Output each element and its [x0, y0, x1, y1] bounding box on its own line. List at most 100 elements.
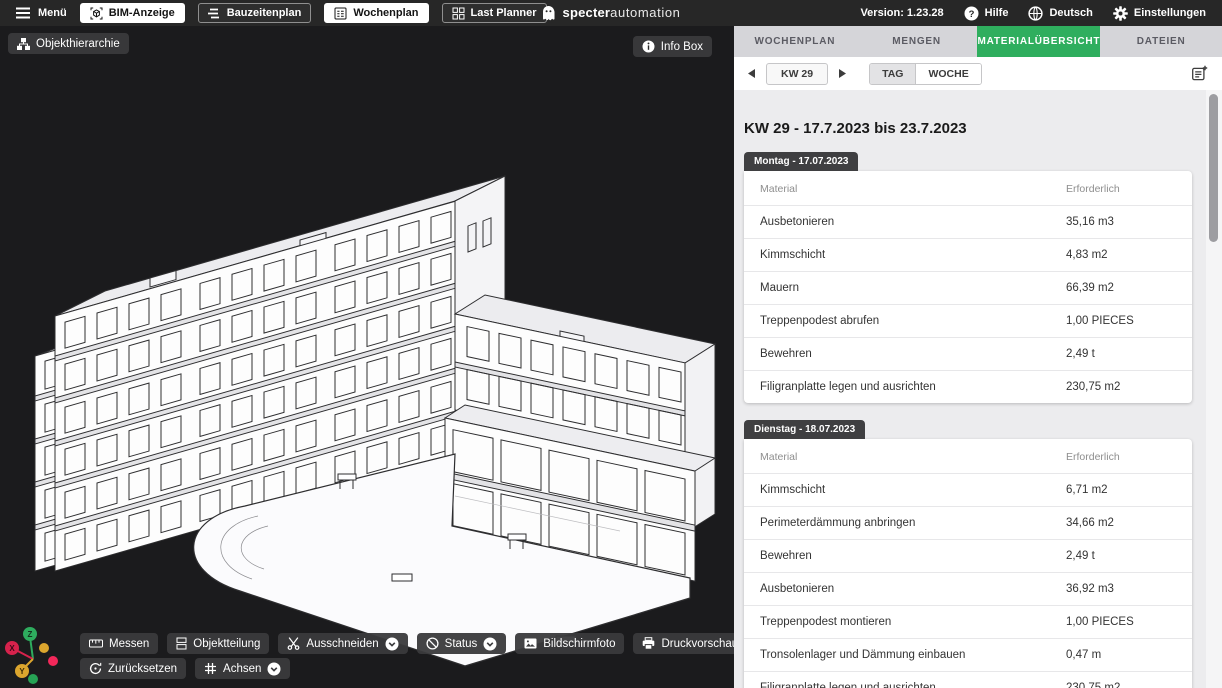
- table-row: Filigranplatte legen und ausrichten230,7…: [744, 671, 1192, 688]
- material-overview-content[interactable]: KW 29 - 17.7.2023 bis 23.7.2023 Montag -…: [734, 90, 1222, 688]
- column-required: Erforderlich: [1066, 183, 1176, 195]
- language-button[interactable]: Deutsch: [1028, 6, 1092, 21]
- panel-tabs: WOCHENPLAN MENGEN MATERIALÜBERSICHT DATE…: [734, 26, 1222, 57]
- brand-name-bold: specter: [563, 5, 611, 20]
- week-toolbar: KW 29 TAG WOCHE: [734, 57, 1222, 90]
- column-required: Erforderlich: [1066, 451, 1176, 463]
- day-week-toggle: TAG WOCHE: [869, 63, 982, 85]
- hierarchy-icon: [17, 38, 30, 50]
- table-row: Bewehren2,49 t: [744, 539, 1192, 572]
- object-hierarchy-button[interactable]: Objekthierarchie: [8, 33, 129, 54]
- gear-icon: [1113, 6, 1128, 21]
- status-button[interactable]: Status: [417, 633, 507, 654]
- grid-squares-icon: [452, 7, 465, 20]
- side-panel: WOCHENPLAN MENGEN MATERIALÜBERSICHT DATE…: [734, 26, 1222, 688]
- material-table: Material Erforderlich Ausbetonieren35,16…: [744, 171, 1192, 403]
- settings-button[interactable]: Einstellungen: [1113, 6, 1206, 21]
- table-row: Mauern66,39 m2: [744, 271, 1192, 304]
- table-row: Ausbetonieren36,92 m3: [744, 572, 1192, 605]
- ruler-icon: [89, 639, 103, 648]
- table-row: Treppenpodest montieren1,00 PIECES: [744, 605, 1192, 638]
- table-header: Material Erforderlich: [744, 171, 1192, 205]
- table-row: Ausbetonieren35,16 m3: [744, 205, 1192, 238]
- image-icon: [524, 638, 537, 649]
- table-row: Kimmschicht4,83 m2: [744, 238, 1192, 271]
- brand-name-light: automation: [610, 5, 680, 20]
- svg-text:Z: Z: [28, 630, 33, 639]
- measure-button[interactable]: Messen: [80, 633, 158, 654]
- table-row: Filigranplatte legen und ausrichten230,7…: [744, 370, 1192, 403]
- tab-materialuebersicht[interactable]: MATERIALÜBERSICHT: [977, 26, 1100, 57]
- triangle-left-icon: [748, 69, 755, 78]
- bim-cube-icon: [90, 7, 103, 20]
- svg-text:?: ?: [968, 9, 974, 20]
- object-split-button[interactable]: Objektteilung: [167, 633, 269, 654]
- version-label: Version: 1.23.28: [860, 7, 943, 19]
- view-button-last-planner[interactable]: Last Planner: [442, 3, 547, 23]
- table-row: Treppenpodest abrufen1,00 PIECES: [744, 304, 1192, 337]
- screenshot-button[interactable]: Bildschirmfoto: [515, 633, 624, 654]
- add-note-button[interactable]: [1191, 65, 1208, 82]
- cut-button[interactable]: Ausschneiden: [278, 633, 407, 654]
- info-box-button[interactable]: Info Box: [633, 36, 712, 57]
- note-add-icon: [1191, 65, 1208, 82]
- table-row: Bewehren2,49 t: [744, 337, 1192, 370]
- scrollbar-thumb[interactable]: [1209, 94, 1218, 242]
- print-preview-button[interactable]: Druckvorschau: [633, 633, 734, 654]
- stacked-boxes-icon: [176, 637, 187, 650]
- view-button-wochenplan[interactable]: Wochenplan: [324, 3, 428, 23]
- menu-label: Menü: [38, 7, 67, 19]
- scrollbar-track[interactable]: [1206, 90, 1222, 688]
- tab-mengen[interactable]: MENGEN: [856, 26, 978, 57]
- day-section-monday: Montag - 17.07.2023 Material Erforderlic…: [744, 151, 1192, 403]
- tab-wochenplan[interactable]: WOCHENPLAN: [734, 26, 856, 57]
- chevron-down-icon[interactable]: [267, 662, 281, 676]
- app-window: Menü BIM-Anzeige Bauzeitenplan: [0, 0, 1222, 688]
- globe-icon: [1028, 6, 1043, 21]
- axis-gizmo[interactable]: Z X Y: [2, 618, 64, 684]
- svg-text:Y: Y: [19, 667, 25, 676]
- svg-text:X: X: [9, 644, 15, 653]
- view-button-bauzeitenplan[interactable]: Bauzeitenplan: [198, 3, 312, 23]
- previous-week-button[interactable]: [744, 67, 759, 80]
- day-section-tuesday: Dienstag - 18.07.2023 Material Erforderl…: [744, 419, 1192, 688]
- reset-view-button[interactable]: Zurücksetzen: [80, 658, 186, 679]
- view-button-bim-anzeige[interactable]: BIM-Anzeige: [80, 3, 185, 23]
- next-week-button[interactable]: [835, 67, 850, 80]
- reset-icon: [89, 662, 102, 675]
- triangle-right-icon: [839, 69, 846, 78]
- table-row: Tronsolenlager und Dämmung einbauen0,47 …: [744, 638, 1192, 671]
- info-icon: [642, 40, 655, 53]
- toggle-woche[interactable]: WOCHE: [915, 64, 980, 84]
- day-badge: Montag - 17.07.2023: [744, 152, 858, 171]
- table-row: Perimeterdämmung anbringen34,66 m2: [744, 506, 1192, 539]
- week-heading: KW 29 - 17.7.2023 bis 23.7.2023: [744, 120, 1192, 137]
- top-bar: Menü BIM-Anzeige Bauzeitenplan: [0, 0, 1222, 26]
- material-table: Material Erforderlich Kimmschicht6,71 m2…: [744, 439, 1192, 688]
- grid-hash-icon: [204, 662, 217, 675]
- menu-button[interactable]: Menü: [16, 7, 67, 19]
- help-icon: ?: [964, 6, 979, 21]
- toggle-tag[interactable]: TAG: [870, 64, 915, 84]
- help-button[interactable]: ? Hilfe: [964, 6, 1009, 21]
- building-model: [0, 26, 734, 688]
- chevron-down-icon[interactable]: [483, 637, 497, 651]
- chevron-down-icon[interactable]: [385, 637, 399, 651]
- column-material: Material: [760, 451, 1066, 463]
- list-box-icon: [334, 7, 347, 20]
- table-header: Material Erforderlich: [744, 439, 1192, 473]
- tab-dateien[interactable]: DATEIEN: [1100, 26, 1222, 57]
- table-row: Kimmschicht6,71 m2: [744, 473, 1192, 506]
- ghost-icon: [542, 5, 556, 22]
- brand-logo: specterautomation: [542, 4, 681, 22]
- printer-icon: [642, 637, 655, 650]
- hamburger-icon: [16, 7, 30, 19]
- column-material: Material: [760, 183, 1066, 195]
- week-selector[interactable]: KW 29: [766, 63, 828, 85]
- gantt-icon: [208, 8, 221, 19]
- axes-button[interactable]: Achsen: [195, 658, 290, 679]
- slashed-circle-icon: [426, 637, 439, 650]
- day-badge: Dienstag - 18.07.2023: [744, 420, 865, 439]
- scissors-icon: [287, 637, 300, 650]
- 3d-viewport[interactable]: Objekthierarchie Info Box Messen Objektt…: [0, 26, 734, 688]
